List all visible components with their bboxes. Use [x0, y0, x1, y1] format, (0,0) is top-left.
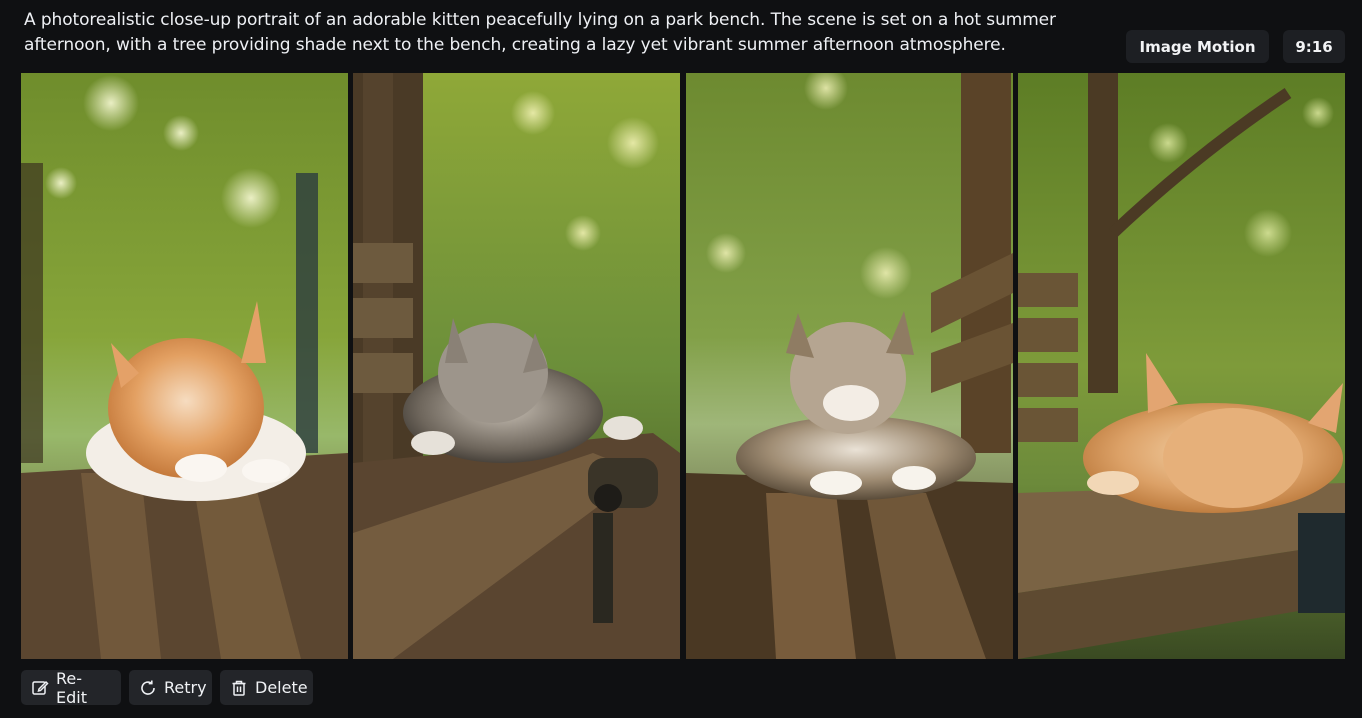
retry-button[interactable]: Retry: [129, 670, 212, 705]
trash-icon: [230, 679, 248, 697]
edit-icon: [31, 679, 49, 697]
generation-card: A photorealistic close-up portrait of an…: [0, 0, 1362, 718]
image-gallery: [21, 73, 1345, 659]
retry-label: Retry: [164, 678, 207, 697]
delete-button[interactable]: Delete: [220, 670, 313, 705]
mode-chip[interactable]: Image Motion: [1126, 30, 1269, 63]
re-edit-label: Re-Edit: [56, 668, 87, 707]
generated-image-1[interactable]: [21, 73, 348, 659]
generated-image-2[interactable]: [353, 73, 680, 659]
generated-image-4[interactable]: [1018, 73, 1345, 659]
generated-image-3[interactable]: [686, 73, 1013, 659]
retry-icon: [139, 679, 157, 697]
action-bar: Re-Edit Retry Delete: [21, 668, 313, 707]
prompt-text: A photorealistic close-up portrait of an…: [24, 10, 1056, 55]
aspect-ratio-chip[interactable]: 9:16: [1283, 30, 1345, 63]
re-edit-button[interactable]: Re-Edit: [21, 668, 121, 707]
delete-label: Delete: [255, 678, 308, 697]
